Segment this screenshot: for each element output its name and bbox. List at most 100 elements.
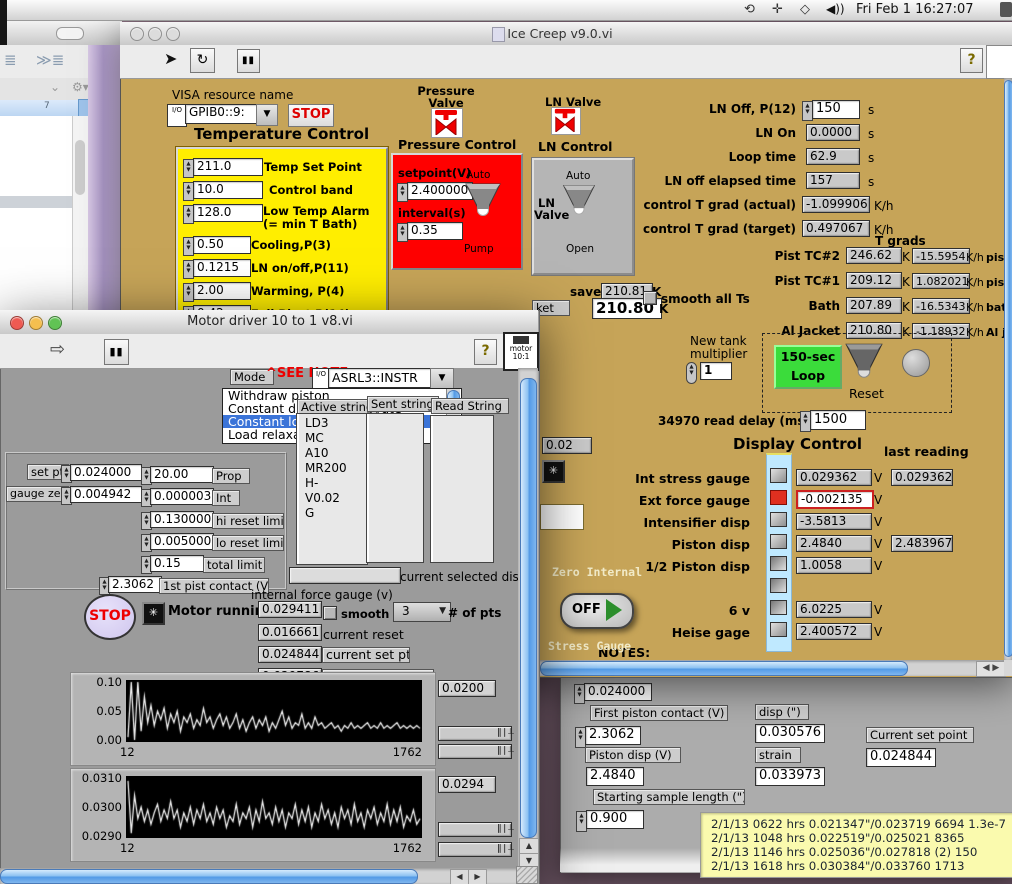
reset-knob[interactable] xyxy=(842,340,886,385)
first-piston-contact-input[interactable]: 2.3062 xyxy=(585,726,641,745)
ln-off-input[interactable]: 150 xyxy=(812,100,860,119)
npts-dropdown[interactable]: 3 ▼ xyxy=(393,602,451,622)
control-band-input[interactable]: 10.0 xyxy=(193,181,263,199)
set-pt-input[interactable]: 0.024000 xyxy=(70,464,142,481)
chevron-down-icon[interactable]: ⌄ xyxy=(50,80,60,94)
motor-hscroll-right-icon[interactable]: ▶ xyxy=(468,869,487,884)
sent-string-list[interactable] xyxy=(366,413,424,563)
zoom-button[interactable] xyxy=(48,316,62,330)
active-string-item[interactable]: MC xyxy=(305,431,367,446)
run-icon[interactable]: ⇨ xyxy=(50,339,65,360)
set-pt-input[interactable]: 0.024000 xyxy=(584,683,652,701)
chart2-scale-widget[interactable]: ∥∣ xyxy=(438,822,512,837)
zoom-button[interactable] xyxy=(166,27,180,41)
close-button[interactable] xyxy=(10,316,24,330)
close-button[interactable] xyxy=(130,27,144,41)
axis-lock-icon[interactable]: ⟂ xyxy=(508,727,514,737)
motor-visa-input[interactable]: ASRL3::INSTR xyxy=(328,368,438,388)
motor-stop-button[interactable]: STOP xyxy=(84,594,136,640)
chart1-scale-widget[interactable]: ∥∣ xyxy=(438,726,512,741)
ice-hscroll-arrows[interactable]: ◀ ▶ xyxy=(976,661,1006,677)
active-string-list[interactable]: LD3 MC A10 MR200 H- V0.02 G xyxy=(296,413,368,565)
chart2-scale-widget[interactable]: ∥∣ xyxy=(438,842,512,857)
temp-set-point-input[interactable]: 211.0 xyxy=(193,158,263,176)
visa-dropdown-icon[interactable]: ▼ xyxy=(430,368,454,390)
pause-icon[interactable]: ▮▮ xyxy=(104,339,129,365)
visa-resource-input[interactable]: GPIB0::9: xyxy=(185,104,263,124)
loop-led[interactable] xyxy=(902,349,930,377)
starburst-icon[interactable]: ✳ xyxy=(142,602,165,625)
motor-title[interactable]: Motor driver 10 to 1 v8.vi xyxy=(120,314,420,329)
smooth-checkbox[interactable] xyxy=(323,606,337,620)
six-v-toggle[interactable] xyxy=(770,600,787,615)
total-limit-input[interactable]: 0.15 xyxy=(150,555,204,572)
axis-lock-icon[interactable]: ⟂ xyxy=(508,745,514,755)
time-machine-icon[interactable]: ⟲ xyxy=(744,2,755,17)
lo-reset-input[interactable]: 0.005000 xyxy=(150,533,214,550)
active-string-item[interactable]: H- xyxy=(305,476,367,491)
pressure-knob[interactable] xyxy=(462,181,504,222)
motor-vscroll-thumb[interactable] xyxy=(520,378,537,838)
help-icon[interactable]: ? xyxy=(474,339,497,365)
int-stress-gauge-toggle[interactable] xyxy=(770,468,787,483)
warming-input[interactable]: 2.00 xyxy=(193,282,251,300)
spare-toggle[interactable] xyxy=(770,578,787,593)
active-string-item[interactable]: MR200 xyxy=(305,461,367,476)
cross-icon[interactable]: ✛ xyxy=(772,2,783,17)
read-string-list[interactable] xyxy=(430,415,494,563)
half-piston-disp-toggle[interactable] xyxy=(770,556,787,571)
menu-bar-clock[interactable]: Fri Feb 1 16:27:07 xyxy=(856,2,974,17)
smooth-all-ts-checkbox[interactable] xyxy=(643,291,657,305)
loop-150s-button[interactable]: 150-sec Loop xyxy=(774,345,842,389)
hi-reset-input[interactable]: 0.130000 xyxy=(150,511,214,528)
active-string-item[interactable]: G xyxy=(305,506,367,521)
first-contact-input[interactable]: 2.3062 xyxy=(108,576,162,593)
ln-onoff-input[interactable]: 0.1215 xyxy=(193,259,251,277)
prop-input[interactable]: 20.00 xyxy=(150,466,214,483)
menu-extra-icon[interactable] xyxy=(1000,2,1012,17)
toolbar-pill-button[interactable] xyxy=(56,27,84,40)
active-string-item[interactable]: A10 xyxy=(305,446,367,461)
ext-force-gauge-toggle[interactable] xyxy=(770,490,787,505)
run-icon[interactable]: ➤ xyxy=(164,49,177,68)
active-string-item[interactable]: LD3 xyxy=(305,416,367,431)
ice-creep-title[interactable]: Ice Creep v9.0.vi xyxy=(420,26,700,41)
starburst-icon[interactable]: ✳ xyxy=(542,460,565,483)
piston-disp-toggle[interactable] xyxy=(770,534,787,549)
new-tank-spinner[interactable]: ▲ ▼ xyxy=(686,362,697,384)
minimize-button[interactable] xyxy=(148,27,162,41)
ice-stop-button[interactable]: STOP xyxy=(288,104,334,127)
int-input[interactable]: 0.000003 xyxy=(150,488,214,505)
interval-input[interactable]: 0.35 xyxy=(407,222,463,240)
chart1-scale-widget[interactable]: ∥∣ xyxy=(438,744,512,759)
active-string-item[interactable]: V0.02 xyxy=(305,491,367,506)
list-icon[interactable]: ≣ xyxy=(4,51,17,69)
axis-lock-icon[interactable]: ⟂ xyxy=(508,843,514,853)
cooling-input[interactable]: 0.50 xyxy=(193,236,251,254)
zero-internal-button[interactable]: OFF xyxy=(560,593,634,629)
volume-icon[interactable]: ◀)) xyxy=(826,2,845,16)
run-continuous-icon[interactable]: ↻ xyxy=(190,48,215,73)
motor-hscroll-left-icon[interactable]: ◀ xyxy=(450,869,469,884)
spotlight-icon[interactable]: ◇ xyxy=(800,2,810,17)
help-icon[interactable]: ? xyxy=(960,48,983,73)
low-temp-alarm-input[interactable]: 128.0 xyxy=(193,204,263,222)
pause-icon[interactable]: ▮▮ xyxy=(237,49,260,73)
intensifier-disp-toggle[interactable] xyxy=(770,512,787,527)
motor-hscroll-thumb[interactable] xyxy=(0,869,418,884)
visa-dropdown-icon[interactable]: ▼ xyxy=(256,104,278,126)
ice-hscroll-thumb[interactable] xyxy=(540,661,908,676)
new-tank-input[interactable]: 1 xyxy=(700,362,732,380)
gauge-zero-input[interactable]: 0.004942 xyxy=(70,486,142,503)
resize-grip[interactable] xyxy=(516,866,538,884)
log-notes-box[interactable]: 2/1/13 0622 hrs 0.021347"/0.023719 6694 … xyxy=(700,812,1012,878)
indent-icon[interactable]: ≫≣ xyxy=(36,51,64,69)
ice-vscroll-thumb[interactable] xyxy=(1004,80,1012,657)
blank-input[interactable] xyxy=(540,504,584,530)
gear-icon[interactable]: ⚙▾ xyxy=(72,80,89,94)
heise-gage-toggle[interactable] xyxy=(770,622,787,637)
starting-sample-length-input[interactable]: 0.900 xyxy=(586,810,644,829)
doc-scroll-thumb[interactable] xyxy=(75,140,85,195)
axis-lock-icon[interactable]: ⟂ xyxy=(508,823,514,833)
tools-box[interactable] xyxy=(986,45,1012,79)
